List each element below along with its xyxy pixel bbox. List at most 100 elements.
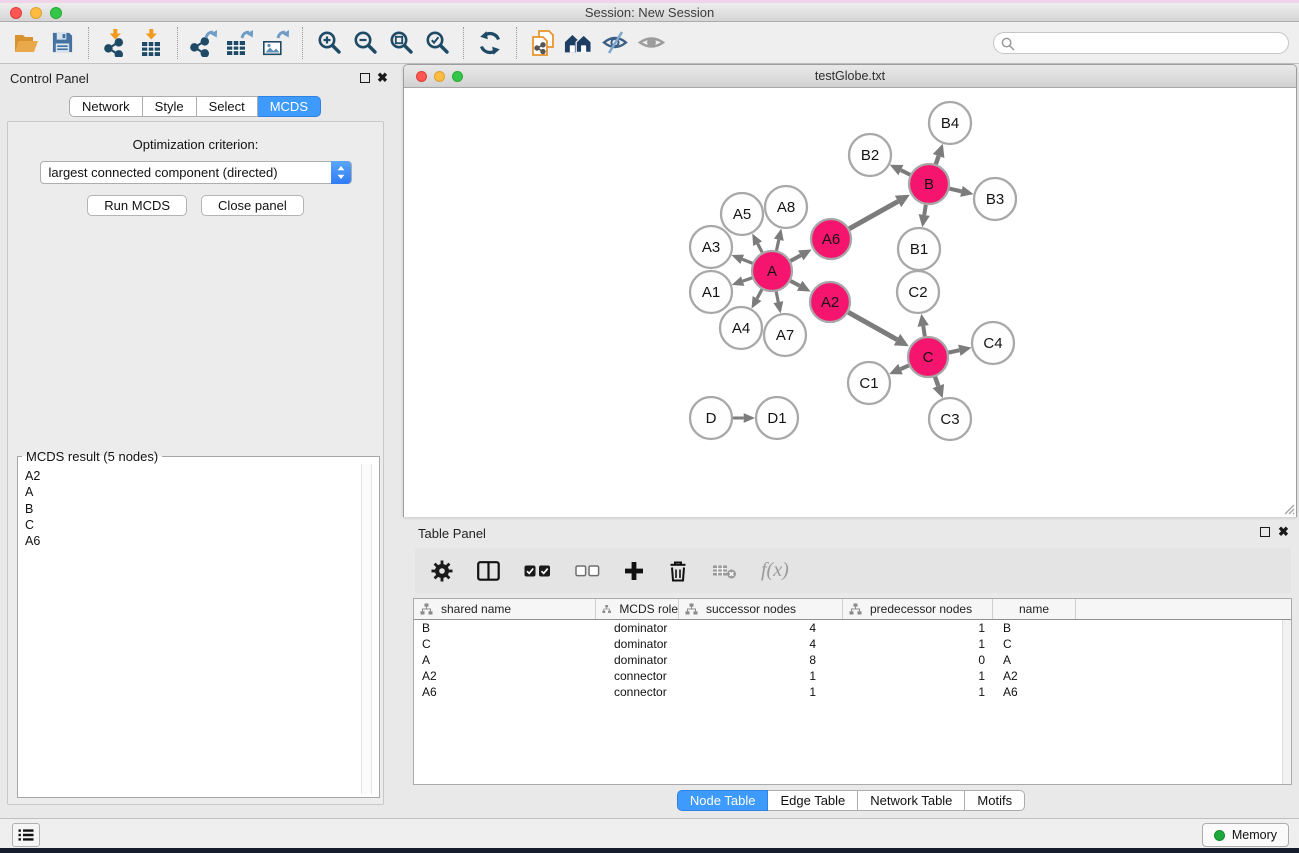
export-table-icon[interactable] (225, 27, 255, 59)
table-cell[interactable]: A6 (414, 684, 596, 700)
tab-network-table[interactable]: Network Table (858, 790, 965, 811)
table-cell[interactable]: dominator (596, 620, 679, 636)
graph-node-label: A4 (732, 320, 750, 337)
column-header-MCDS-role[interactable]: MCDS role (596, 599, 679, 619)
table-cell[interactable]: 0 (843, 652, 993, 668)
select-all-icon[interactable] (524, 564, 551, 578)
add-column-icon[interactable] (624, 561, 644, 581)
home-icon[interactable] (564, 27, 594, 59)
table-cell[interactable]: B (993, 620, 1076, 636)
tab-select[interactable]: Select (197, 96, 258, 117)
mcds-result-item[interactable]: A2 (25, 468, 359, 484)
column-header-name[interactable]: name (993, 599, 1076, 619)
table-cell[interactable]: A2 (993, 668, 1076, 684)
table-cell[interactable]: A (993, 652, 1076, 668)
column-header-successor-nodes[interactable]: successor nodes (679, 599, 843, 619)
network-canvas[interactable]: B4B2BB3A5A8A6A3B1AA1C2A2A4A7CC4C1C3DD1 (404, 88, 1296, 517)
control-panel-tabs: NetworkStyleSelectMCDS (0, 96, 390, 117)
import-table-icon[interactable] (136, 27, 166, 59)
split-panel-icon[interactable] (477, 561, 500, 581)
function-builder-icon[interactable]: f(x) (761, 559, 789, 582)
table-cell[interactable]: 1 (843, 636, 993, 652)
eye-icon[interactable] (636, 27, 666, 59)
zoom-fit-icon[interactable] (386, 27, 416, 59)
refresh-icon[interactable] (475, 27, 505, 59)
close-panel-button[interactable]: Close panel (201, 195, 304, 216)
export-image-icon[interactable] (261, 27, 291, 59)
export-network-icon[interactable] (189, 27, 219, 59)
arrowhead-icon (919, 214, 930, 227)
table-cell[interactable]: dominator (596, 652, 679, 668)
resize-grip-icon[interactable] (1283, 503, 1295, 515)
open-folder-icon[interactable] (11, 27, 41, 59)
table-cell[interactable]: A2 (414, 668, 596, 684)
deselect-all-icon[interactable] (575, 564, 600, 578)
table-cell[interactable]: 1 (843, 668, 993, 684)
zoom-in-icon[interactable] (314, 27, 344, 59)
table-row[interactable]: Bdominator41B (414, 620, 1291, 636)
mcds-result-item[interactable]: C (25, 517, 359, 533)
edge-A2-C[interactable] (847, 311, 897, 339)
table-cell[interactable]: connector (596, 684, 679, 700)
toolbar-separator (516, 27, 517, 59)
edge-A6-B[interactable] (848, 201, 898, 229)
table-cell[interactable]: A (414, 652, 596, 668)
tab-mcds[interactable]: MCDS (258, 96, 321, 117)
import-network-icon[interactable] (100, 27, 130, 59)
table-cell[interactable]: 4 (679, 636, 843, 652)
clone-network-icon[interactable] (528, 27, 558, 59)
run-mcds-button[interactable]: Run MCDS (87, 195, 187, 216)
list-scrollbar[interactable] (361, 464, 372, 794)
gear-icon[interactable] (431, 560, 453, 582)
zoom-out-icon[interactable] (350, 27, 380, 59)
tab-motifs[interactable]: Motifs (965, 790, 1025, 811)
table-row[interactable]: A6connector11A6 (414, 684, 1291, 700)
network-window-titlebar[interactable]: testGlobe.txt (404, 65, 1296, 88)
float-panel-icon[interactable] (360, 73, 370, 83)
table-cell[interactable]: connector (596, 668, 679, 684)
table-cell[interactable]: B (414, 620, 596, 636)
search-input[interactable] (993, 32, 1289, 54)
graph-node-label: A2 (821, 294, 839, 311)
table-scrollbar[interactable] (1282, 620, 1291, 784)
table-cell[interactable]: 1 (679, 684, 843, 700)
table-cell[interactable]: 1 (843, 684, 993, 700)
table-row[interactable]: Cdominator41C (414, 636, 1291, 652)
graph-node-label: C (923, 349, 934, 366)
close-panel-icon[interactable]: ✖ (377, 70, 388, 86)
task-history-button[interactable] (12, 823, 40, 847)
table-cell[interactable]: dominator (596, 636, 679, 652)
table-row[interactable]: Adominator80A (414, 652, 1291, 668)
table-cell[interactable]: 4 (679, 620, 843, 636)
table-cell[interactable]: A6 (993, 684, 1076, 700)
tab-edge-table[interactable]: Edge Table (768, 790, 858, 811)
mcds-result-item[interactable]: B (25, 501, 359, 517)
column-header-predecessor-nodes[interactable]: predecessor nodes (843, 599, 993, 619)
tab-network[interactable]: Network (69, 96, 143, 117)
mcds-result-item[interactable]: A6 (25, 533, 359, 549)
hide-show-graphics-icon[interactable] (600, 27, 630, 59)
criterion-select[interactable]: largest connected component (directed) (40, 161, 352, 184)
table-cell[interactable]: C (993, 636, 1076, 652)
table-cell[interactable]: 8 (679, 652, 843, 668)
table-cell[interactable]: 1 (843, 620, 993, 636)
table-cell[interactable]: 1 (679, 668, 843, 684)
table-row[interactable]: A2connector11A2 (414, 668, 1291, 684)
mcds-result-item[interactable]: A (25, 484, 359, 500)
delete-table-icon[interactable] (712, 563, 737, 579)
attribute-tree-icon (849, 603, 862, 615)
close-table-panel-icon[interactable]: ✖ (1278, 524, 1289, 540)
zoom-selected-icon[interactable] (422, 27, 452, 59)
column-header-shared-name[interactable]: shared name (414, 599, 596, 619)
float-table-panel-icon[interactable] (1260, 527, 1270, 537)
toolbar-separator (177, 27, 178, 59)
application-window: Session: New Session (0, 0, 1299, 853)
arrowhead-icon (918, 314, 929, 327)
save-icon[interactable] (47, 27, 77, 59)
delete-column-icon[interactable] (668, 560, 688, 582)
table-cell[interactable]: C (414, 636, 596, 652)
control-panel-title: Control Panel (10, 71, 89, 86)
memory-button[interactable]: Memory (1202, 823, 1289, 847)
tab-node-table[interactable]: Node Table (677, 790, 769, 811)
tab-style[interactable]: Style (143, 96, 197, 117)
